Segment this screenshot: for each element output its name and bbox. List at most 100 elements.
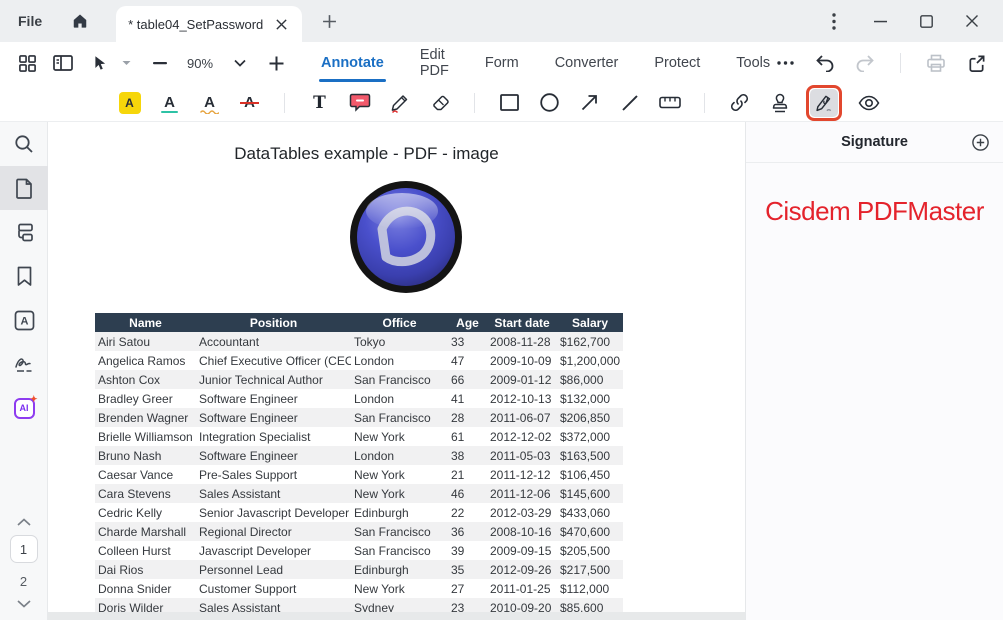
table-row: Caesar VancePre-Sales SupportNew York212… (95, 465, 623, 484)
main-toolbar: 90% Annotate Edit PDF Form Converter Pro… (0, 42, 1003, 84)
tab-protect[interactable]: Protect (652, 47, 702, 79)
stamp-tool-icon[interactable] (766, 89, 793, 116)
titlebar: File * table04_SetPassword (0, 0, 1003, 42)
tab-converter[interactable]: Converter (553, 47, 621, 79)
undo-icon[interactable] (812, 50, 838, 76)
zoom-in-icon[interactable] (263, 50, 289, 76)
close-icon[interactable] (957, 6, 987, 36)
minimize-icon[interactable] (865, 6, 895, 36)
table-cell: 2009-09-15 (487, 541, 557, 560)
bookmark-icon[interactable] (0, 254, 48, 298)
link-tool-icon[interactable] (726, 89, 753, 116)
eraser-tool-icon[interactable] (426, 89, 453, 116)
table-cell: New York (351, 579, 448, 598)
pdf-page[interactable]: DataTables example - PDF - image (48, 122, 745, 620)
table-cell: Junior Technical Author (196, 370, 351, 389)
table-cell: Angelica Ramos (95, 351, 196, 370)
table-cell: 28 (448, 408, 487, 427)
thumbnails-icon[interactable] (0, 166, 48, 210)
text-tool-icon[interactable]: T (306, 89, 333, 116)
cursor-icon[interactable] (86, 50, 112, 76)
export-icon[interactable] (963, 50, 989, 76)
add-signature-icon[interactable] (972, 134, 989, 151)
search-icon[interactable] (0, 122, 48, 166)
cursor-dropdown-icon[interactable] (122, 60, 131, 66)
page-down-icon[interactable] (17, 600, 31, 608)
comment-tool-icon[interactable] (346, 89, 373, 116)
table-cell: 2011-12-06 (487, 484, 557, 503)
table-cell: $106,450 (557, 465, 623, 484)
new-tab-icon[interactable] (322, 14, 337, 29)
more-icon[interactable] (772, 50, 798, 76)
signature-tool-icon[interactable] (810, 89, 838, 117)
table-cell: Airi Satou (95, 332, 196, 351)
strikethrough-tool-icon[interactable]: A (236, 89, 263, 116)
print-icon[interactable] (923, 50, 949, 76)
zoom-dropdown-icon[interactable] (227, 50, 253, 76)
table-row: Dai RiosPersonnel LeadEdinburgh352012-09… (95, 560, 623, 579)
tab-edit-pdf[interactable]: Edit PDF (418, 39, 451, 87)
table-cell: $217,500 (557, 560, 623, 579)
tab-close-icon[interactable] (273, 16, 290, 33)
table-row: Colleen HurstJavascript DeveloperSan Fra… (95, 541, 623, 560)
tab-tools[interactable]: Tools (734, 47, 772, 79)
table-header-cell: Name (95, 313, 196, 332)
grid-view-icon[interactable] (14, 50, 40, 76)
file-menu[interactable]: File (18, 13, 42, 29)
signature-sidebar-icon[interactable] (0, 342, 48, 386)
saved-signature-item[interactable]: Cisdem PDFMaster (746, 196, 1003, 227)
tab-annotate[interactable]: Annotate (319, 47, 386, 79)
table-cell: Bruno Nash (95, 446, 196, 465)
outline-icon[interactable] (0, 210, 48, 254)
tab-form[interactable]: Form (483, 47, 521, 79)
table-cell: Software Engineer (196, 389, 351, 408)
table-cell: Caesar Vance (95, 465, 196, 484)
table-cell: San Francisco (351, 370, 448, 389)
kebab-menu-icon[interactable] (819, 6, 849, 36)
eye-tool-icon[interactable] (855, 89, 882, 116)
home-icon[interactable] (70, 11, 90, 31)
table-cell: Ashton Cox (95, 370, 196, 389)
table-cell: 36 (448, 522, 487, 541)
document-tab[interactable]: * table04_SetPassword (116, 6, 302, 42)
table-cell: Integration Specialist (196, 427, 351, 446)
ai-icon[interactable]: AI✦ (0, 386, 48, 430)
table-cell: 2012-03-29 (487, 503, 557, 522)
table-cell: Sales Assistant (196, 484, 351, 503)
zoom-out-icon[interactable] (147, 50, 173, 76)
table-row: Cara StevensSales AssistantNew York46201… (95, 484, 623, 503)
highlight-tool-icon[interactable]: A (116, 89, 143, 116)
page-bottom-gap (48, 612, 745, 620)
arrow-tool-icon[interactable] (576, 89, 603, 116)
measure-tool-icon[interactable] (656, 89, 683, 116)
maximize-icon[interactable] (911, 6, 941, 36)
table-cell: 38 (448, 446, 487, 465)
table-cell: 21 (448, 465, 487, 484)
page-number-2[interactable]: 2 (20, 572, 27, 591)
table-row: Bruno NashSoftware EngineerLondon382011-… (95, 446, 623, 465)
pencil-tool-icon[interactable] (386, 89, 413, 116)
table-row: Angelica RamosChief Executive Officer (C… (95, 351, 623, 370)
redo-icon[interactable] (852, 50, 878, 76)
squiggly-tool-icon[interactable]: A (196, 89, 223, 116)
signature-panel: Signature Cisdem PDFMaster (745, 122, 1003, 620)
ellipse-tool-icon[interactable] (536, 89, 563, 116)
line-tool-icon[interactable] (616, 89, 643, 116)
zoom-level[interactable]: 90% (183, 56, 217, 71)
rectangle-tool-icon[interactable] (496, 89, 523, 116)
underline-tool-icon[interactable]: A (156, 89, 183, 116)
table-cell: 2011-05-03 (487, 446, 557, 465)
table-cell: Edinburgh (351, 560, 448, 579)
table-cell: $163,500 (557, 446, 623, 465)
document-title: DataTables example - PDF - image (48, 144, 685, 164)
page-layout-icon[interactable] (50, 50, 76, 76)
pdf-table: NamePositionOfficeAgeStart dateSalary Ai… (95, 313, 623, 617)
table-row: Charde MarshallRegional DirectorSan Fran… (95, 522, 623, 541)
table-header-cell: Start date (487, 313, 557, 332)
page-up-icon[interactable] (17, 518, 31, 526)
table-cell: Customer Support (196, 579, 351, 598)
table-row: Ashton CoxJunior Technical AuthorSan Fra… (95, 370, 623, 389)
current-page-box[interactable]: 1 (10, 535, 38, 563)
table-cell: Colleen Hurst (95, 541, 196, 560)
annotations-icon[interactable]: A (0, 298, 48, 342)
